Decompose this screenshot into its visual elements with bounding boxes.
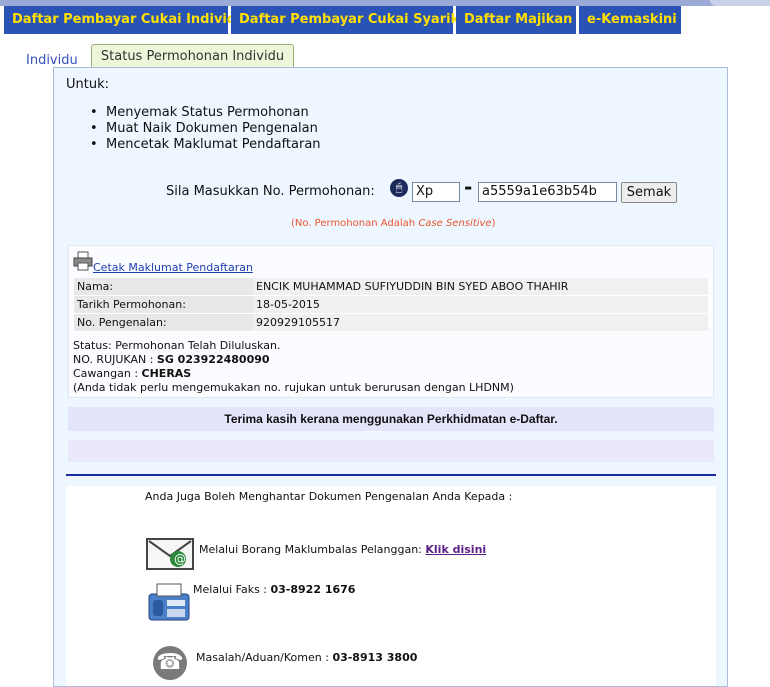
- note-prefix: (No. Permohonan Adalah: [291, 218, 419, 229]
- subtab-status-permohonan[interactable]: Status Permohonan Individu: [91, 44, 294, 68]
- print-details-link[interactable]: Cetak Maklumat Pendaftaran: [93, 261, 253, 274]
- note-italic: Case Sensitive: [418, 218, 492, 229]
- masalah-label: Masalah/Aduan/Komen :: [196, 651, 333, 664]
- sub-tabs: Individu Status Permohonan Individu: [0, 44, 770, 68]
- table-row: No. Pengenalan: 920929105517: [74, 313, 708, 332]
- mouse-icon: 🖱: [390, 179, 408, 197]
- subtab-individu[interactable]: Individu: [26, 53, 78, 68]
- row-value: 920929105517: [253, 313, 708, 332]
- status-line: Status: Permohonan Telah Diluluskan.: [73, 339, 281, 352]
- faks-label: Melalui Faks :: [193, 583, 271, 596]
- intro-item: Muat Naik Dokumen Pengenalan: [90, 121, 321, 137]
- row-label: Nama:: [74, 278, 253, 296]
- nav-tab-individu[interactable]: Daftar Pembayar Cukai Individu: [4, 6, 245, 34]
- top-bar-corner: [710, 0, 770, 6]
- table-row: Tarikh Permohonan: 18-05-2015: [74, 295, 708, 314]
- rujukan-value: SG 023922480090: [156, 353, 270, 366]
- cawangan-line: Cawangan : CHERAS: [73, 367, 514, 381]
- intro-item: Mencetak Maklumat Pendaftaran: [90, 137, 321, 153]
- row-label: No. Pengenalan:: [74, 313, 253, 332]
- intro-title: Untuk:: [66, 77, 109, 92]
- klik-disini-link[interactable]: Klik disini: [425, 543, 486, 556]
- cawangan-label: Cawangan :: [73, 367, 142, 380]
- application-number-input[interactable]: a5559a1e63b54b: [478, 182, 617, 202]
- row-value: ENCIK MUHAMMAD SUFIYUDDIN BIN SYED ABOO …: [253, 278, 708, 296]
- phone-icon: ☎: [153, 646, 187, 680]
- masalah-value: 03-8913 3800: [332, 651, 418, 664]
- case-sensitive-note: (No. Permohonan Adalah Case Sensitive): [291, 218, 495, 229]
- masalah-line: Masalah/Aduan/Komen : 03-8913 3800: [196, 651, 417, 664]
- empty-banner: [68, 440, 714, 462]
- row-label: Tarikh Permohonan:: [74, 295, 253, 314]
- email-icon: @: [146, 538, 194, 570]
- application-prefix-input[interactable]: Xp: [412, 182, 460, 202]
- svg-text:@: @: [174, 552, 186, 566]
- borang-label: Melalui Borang Maklumbalas Pelanggan:: [199, 543, 426, 556]
- intro-list: Menyemak Status Permohonan Muat Naik Dok…: [90, 105, 321, 153]
- applicant-info-table: Nama: ENCIK MUHAMMAD SUFIYUDDIN BIN SYED …: [74, 278, 708, 332]
- table-row: Nama: ENCIK MUHAMMAD SUFIYUDDIN BIN SYED …: [74, 278, 708, 296]
- printer-icon: [73, 251, 93, 271]
- nav-tab-majikan[interactable]: Daftar Majikan: [456, 6, 576, 34]
- thank-you-banner: Terima kasih kerana menggunakan Perkhidm…: [68, 407, 714, 431]
- semak-button[interactable]: Semak: [621, 182, 677, 203]
- intro-item: Menyemak Status Permohonan: [90, 105, 321, 121]
- nav-tab-syarikat[interactable]: Daftar Pembayar Cukai Syarikat: [231, 6, 474, 34]
- divider: [66, 474, 716, 476]
- faks-value: 03-8922 1676: [270, 583, 356, 596]
- cawangan-value: CHERAS: [141, 367, 192, 380]
- search-label: Sila Masukkan No. Permohonan:: [166, 184, 375, 199]
- borang-line: Melalui Borang Maklumbalas Pelanggan: Kl…: [199, 543, 486, 556]
- rujukan-note: (Anda tidak perlu mengemukakan no. rujuk…: [73, 381, 514, 394]
- row-value: 18-05-2015: [253, 295, 708, 314]
- note-suffix: ): [491, 218, 496, 229]
- rujukan-label: NO. RUJUKAN :: [73, 353, 157, 366]
- contact-intro: Anda Juga Boleh Menghantar Dokumen Penge…: [145, 490, 513, 503]
- status-block: Status: Permohonan Telah Diluluskan. NO.…: [73, 339, 514, 395]
- nav-tab-ekemaskini[interactable]: e-Kemaskini: [579, 6, 681, 34]
- fax-icon: [148, 583, 190, 621]
- separator: -: [464, 175, 473, 199]
- faks-line: Melalui Faks : 03-8922 1676: [193, 583, 355, 596]
- rujukan-line: NO. RUJUKAN : SG 023922480090: [73, 353, 514, 367]
